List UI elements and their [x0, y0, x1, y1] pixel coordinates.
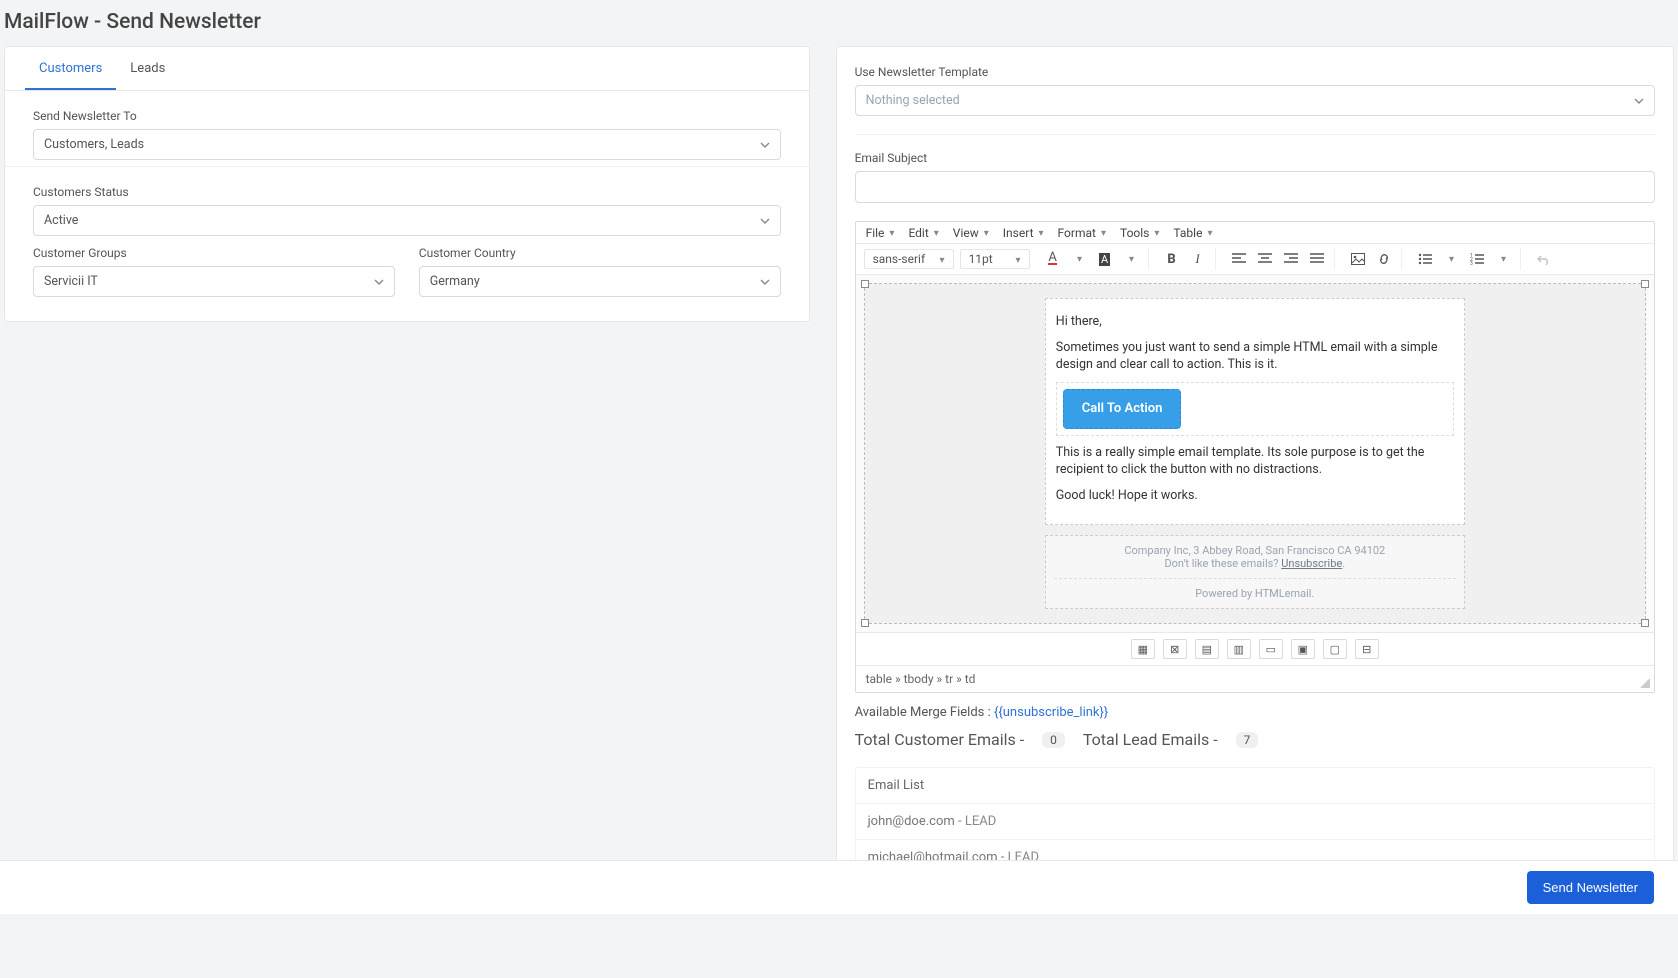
country-value: Germany — [430, 274, 480, 289]
menu-view[interactable]: View — [953, 226, 989, 240]
undo-icon[interactable] — [1533, 248, 1555, 270]
total-leads-label: Total Lead Emails - — [1083, 730, 1218, 749]
align-justify-icon[interactable] — [1306, 248, 1328, 270]
bold-icon[interactable]: B — [1161, 248, 1183, 270]
font-family-select[interactable]: sans-serif — [864, 249, 954, 269]
filters-panel: Customers Leads Send Newsletter To Custo… — [4, 46, 810, 322]
resize-handle[interactable] — [1641, 280, 1649, 288]
email-greeting: Hi there, — [1056, 313, 1454, 331]
compose-panel: Use Newsletter Template Nothing selected… — [836, 46, 1674, 888]
chevron-down-icon — [1634, 96, 1644, 106]
editor-path: table » tbody » tr » td — [856, 665, 1654, 692]
tabs: Customers Leads — [5, 47, 809, 91]
footer-powered: Powered by HTMLemail. — [1054, 578, 1456, 600]
template-select[interactable]: Nothing selected — [855, 85, 1655, 116]
highlight-color-dropdown[interactable] — [1120, 248, 1142, 270]
editor-menubar: File Edit View Insert Format Tools Table — [856, 222, 1654, 244]
groups-select[interactable]: Servicii IT — [33, 266, 395, 297]
send-to-select[interactable]: Customers, Leads — [33, 129, 781, 160]
email-footer: Company Inc, 3 Abbey Road, San Francisco… — [1045, 535, 1465, 609]
tab-customers[interactable]: Customers — [25, 47, 116, 90]
rich-text-editor: File Edit View Insert Format Tools Table… — [855, 221, 1655, 693]
table-tools: ▦ ⊠ ▤ ▥ ▭ ▣ ▢ ⊟ — [856, 632, 1654, 665]
menu-tools[interactable]: Tools — [1120, 226, 1159, 240]
resize-handle[interactable] — [1641, 619, 1649, 627]
text-color-icon[interactable]: A — [1042, 248, 1064, 270]
align-left-icon[interactable] — [1228, 248, 1250, 270]
link-icon[interactable] — [1373, 248, 1395, 270]
chevron-down-icon — [760, 277, 770, 287]
menu-file[interactable]: File — [866, 226, 895, 240]
merge-field-link[interactable]: {{unsubscribe_link}} — [994, 705, 1108, 720]
chevron-down-icon — [760, 216, 770, 226]
total-leads-count: 7 — [1236, 732, 1259, 748]
merge-fields: Available Merge Fields : {{unsubscribe_l… — [855, 705, 1655, 720]
groups-label: Customer Groups — [33, 246, 395, 260]
status-value: Active — [44, 213, 78, 228]
send-to-label: Send Newsletter To — [33, 109, 781, 123]
totals: Total Customer Emails - 0 Total Lead Ema… — [855, 730, 1655, 749]
numbered-list-dropdown[interactable] — [1492, 248, 1514, 270]
country-label: Customer Country — [419, 246, 781, 260]
align-right-icon[interactable] — [1280, 248, 1302, 270]
email-intro: Sometimes you just want to send a simple… — [1056, 339, 1454, 374]
total-customers-count: 0 — [1042, 732, 1065, 748]
resize-handle[interactable] — [861, 280, 869, 288]
groups-value: Servicii IT — [44, 274, 98, 289]
email-closing: Good luck! Hope it works. — [1056, 487, 1454, 505]
table-delete-icon[interactable]: ⊠ — [1163, 639, 1187, 659]
footer-company: Company Inc, 3 Abbey Road, San Francisco… — [1054, 544, 1456, 557]
resize-grip-icon[interactable] — [1640, 678, 1650, 688]
row-above-icon[interactable]: ▤ — [1195, 639, 1219, 659]
template-label: Use Newsletter Template — [855, 65, 1655, 79]
image-icon[interactable] — [1347, 248, 1369, 270]
svg-text:3: 3 — [1470, 261, 1473, 265]
unsubscribe-link[interactable]: Unsubscribe — [1281, 557, 1342, 570]
status-label: Customers Status — [33, 185, 781, 199]
numbered-list-icon[interactable]: 123 — [1466, 248, 1488, 270]
bullet-list-dropdown[interactable] — [1440, 248, 1462, 270]
col-left-icon[interactable]: ▣ — [1291, 639, 1315, 659]
editor-toolbar: sans-serif 11pt A A B I — [856, 244, 1654, 275]
status-select[interactable]: Active — [33, 205, 781, 236]
menu-table[interactable]: Table — [1173, 226, 1212, 240]
total-customers-label: Total Customer Emails - — [855, 730, 1025, 749]
menu-insert[interactable]: Insert — [1003, 226, 1044, 240]
email-body2: This is a really simple email template. … — [1056, 444, 1454, 479]
send-newsletter-button[interactable]: Send Newsletter — [1527, 871, 1654, 904]
font-size-select[interactable]: 11pt — [960, 249, 1030, 269]
footer-unsub-pre: Don't like these emails? — [1164, 557, 1281, 570]
highlight-color-icon[interactable]: A — [1094, 248, 1116, 270]
cta-button[interactable]: Call To Action — [1063, 389, 1182, 429]
country-select[interactable]: Germany — [419, 266, 781, 297]
subject-input[interactable] — [855, 171, 1655, 203]
email-list-header: Email List — [856, 768, 1654, 804]
text-color-dropdown[interactable] — [1068, 248, 1090, 270]
menu-edit[interactable]: Edit — [908, 226, 938, 240]
col-delete-icon[interactable]: ⊟ — [1355, 639, 1379, 659]
editor-canvas[interactable]: Hi there, Sometimes you just want to sen… — [856, 275, 1654, 632]
subject-label: Email Subject — [855, 151, 1655, 165]
col-right-icon[interactable]: ▢ — [1323, 639, 1347, 659]
align-center-icon[interactable] — [1254, 248, 1276, 270]
page-title: MailFlow - Send Newsletter — [0, 0, 1678, 46]
row-delete-icon[interactable]: ▭ — [1259, 639, 1283, 659]
template-placeholder: Nothing selected — [866, 93, 960, 108]
row-below-icon[interactable]: ▥ — [1227, 639, 1251, 659]
chevron-down-icon — [760, 140, 770, 150]
bullet-list-icon[interactable] — [1414, 248, 1436, 270]
table-props-icon[interactable]: ▦ — [1131, 639, 1155, 659]
footer-bar: Send Newsletter — [0, 860, 1678, 914]
email-body[interactable]: Hi there, Sometimes you just want to sen… — [1045, 298, 1465, 525]
resize-handle[interactable] — [861, 619, 869, 627]
list-item: john@doe.com - LEAD — [856, 804, 1654, 840]
menu-format[interactable]: Format — [1058, 226, 1106, 240]
chevron-down-icon — [374, 277, 384, 287]
send-to-value: Customers, Leads — [44, 137, 144, 152]
tab-leads[interactable]: Leads — [116, 47, 179, 90]
italic-icon[interactable]: I — [1187, 248, 1209, 270]
